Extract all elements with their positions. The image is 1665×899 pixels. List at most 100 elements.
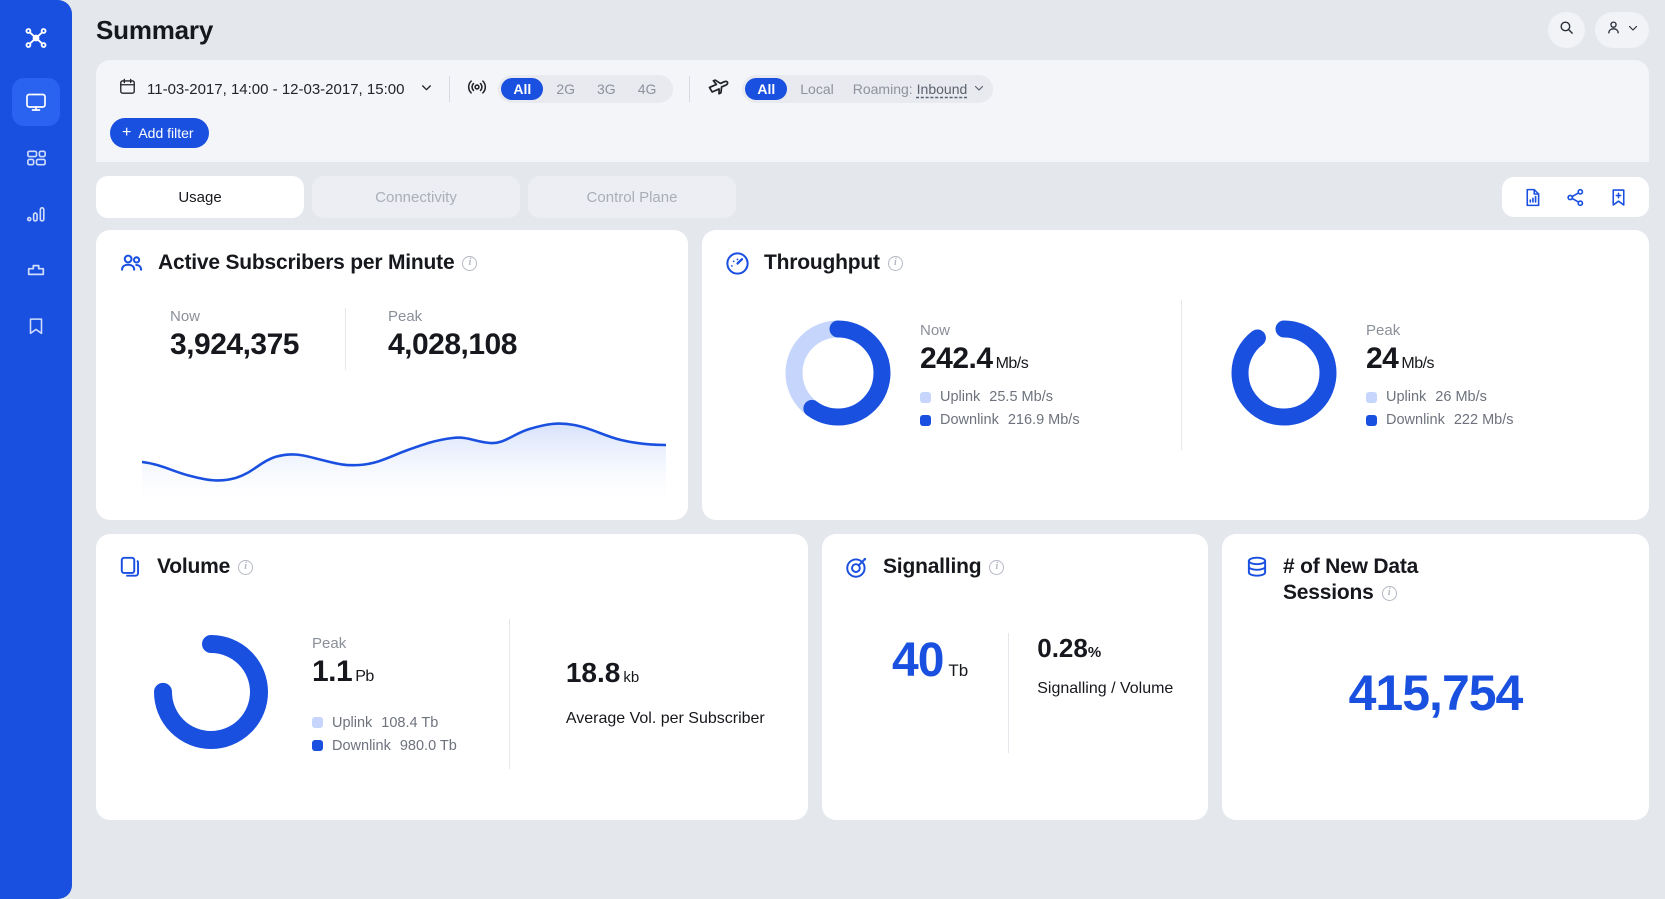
throughput-now-donut — [782, 317, 894, 537]
card-header: # of New Data Sessions i — [1244, 554, 1627, 606]
network-option-2g[interactable]: 2G — [547, 78, 584, 100]
card-title-wrap: Active Subscribers per Minute i — [158, 250, 478, 276]
tabs-row: Usage Connectivity Control Plane — [96, 162, 1649, 230]
card-toolbar — [1502, 177, 1649, 217]
legend: Uplink 26 Mb/s Downlink 222 Mb/s — [1366, 389, 1514, 428]
roaming-option-all[interactable]: All — [745, 78, 788, 100]
tab-connectivity[interactable]: Connectivity — [312, 176, 520, 218]
calendar-icon — [118, 77, 137, 101]
account-menu-button[interactable] — [1595, 12, 1649, 48]
legend-color-swatch — [1366, 414, 1377, 426]
sidebar-item-extensions[interactable] — [12, 246, 60, 294]
main-area: Summary 11-03-2017, 14:00 - 12-03-2017, … — [72, 0, 1665, 899]
dashboard-grid-icon — [25, 147, 48, 170]
signalling-value: 40 — [892, 634, 944, 687]
stat-label: Peak — [312, 634, 347, 652]
sidebar-item-bookmarks[interactable] — [12, 302, 60, 350]
signalling-ratio-value: 0.28 — [1037, 633, 1088, 663]
tab-usage[interactable]: Usage — [96, 176, 304, 218]
layers-icon — [118, 554, 144, 585]
bookmark-icon — [25, 315, 47, 337]
stat-value: 3,924,375 — [170, 328, 299, 361]
legend: Uplink 25.5 Mb/s Downlink 216.9 Mb/s — [920, 389, 1080, 428]
bookmark-add-icon[interactable] — [1608, 187, 1629, 208]
average-volume-caption: Average Vol. per Subscriber — [565, 710, 765, 727]
sidebar-item-analytics[interactable] — [12, 190, 60, 238]
chevron-down-icon[interactable] — [973, 82, 985, 97]
card-header: Signalling i — [844, 554, 1186, 585]
average-volume-unit: kb — [623, 669, 640, 686]
roaming-segmented: All Local Roaming: Inbound — [742, 75, 994, 103]
card-title: # of New Data Sessions — [1283, 555, 1419, 605]
info-icon[interactable]: i — [887, 255, 903, 271]
report-document-icon[interactable] — [1522, 187, 1543, 208]
info-icon[interactable]: i — [238, 559, 254, 575]
stat-value-wrap: 1.1 Pb — [312, 655, 457, 689]
filter-panel: 11-03-2017, 14:00 - 12-03-2017, 15:00 Al… — [96, 60, 1649, 162]
new-data-sessions-value: 415,754 — [1348, 665, 1524, 722]
throughput-now: Now 242.4 Mb/s Uplink 25.5 Mb/s Downlink… — [724, 317, 1181, 537]
legend-value: 216.9 Mb/s — [1007, 412, 1080, 428]
card-volume: Volume i Peak 1.1 Pb Uplink 108.4 Tb Dow… — [96, 534, 808, 820]
legend: Uplink 108.4 Tb Downlink 980.0 Tb — [312, 715, 457, 754]
card-title: Volume — [157, 555, 231, 578]
legend-value: 108.4 Tb — [381, 714, 439, 731]
filter-row: 11-03-2017, 14:00 - 12-03-2017, 15:00 Al… — [110, 70, 1635, 108]
user-icon — [1605, 19, 1622, 41]
card-throughput: Throughput i Now 242.4 Mb/s Uplink 25.5 … — [702, 230, 1649, 537]
sidebar-item-monitor[interactable] — [12, 78, 60, 126]
volume-donut — [150, 631, 272, 758]
dashboard-grid: Active Subscribers per Minute i Now 3,924… — [96, 230, 1649, 899]
stat-now: Now 3,924,375 — [118, 308, 345, 370]
date-range-value: 11-03-2017, 14:00 - 12-03-2017, 15:00 — [147, 80, 405, 98]
stat-value: 242.4 — [920, 342, 993, 375]
legend-color-swatch — [920, 391, 931, 403]
throughput-peak-donut — [1228, 317, 1340, 434]
signalling-total: 40 Tb — [892, 633, 1008, 688]
network-option-all[interactable]: All — [501, 78, 544, 100]
sidebar-item-dashboard[interactable] — [12, 134, 60, 182]
speedometer-icon — [724, 250, 751, 282]
date-range-filter[interactable]: 11-03-2017, 14:00 - 12-03-2017, 15:00 — [110, 77, 449, 101]
legend-color-swatch — [312, 717, 323, 728]
card-title-wrap: # of New Data Sessions i — [1283, 554, 1483, 606]
signalling-unit: Tb — [948, 661, 969, 680]
roaming-option-local[interactable]: Local — [791, 78, 842, 100]
signal-broadcast-icon — [466, 76, 488, 103]
search-icon — [1558, 19, 1575, 41]
stat-unit: Mb/s — [1401, 355, 1435, 372]
network-option-4g[interactable]: 4G — [629, 78, 666, 100]
info-icon[interactable]: i — [989, 559, 1005, 575]
sidebar — [0, 0, 72, 899]
stat-value-wrap: 24 Mb/s — [1366, 342, 1514, 376]
legend-item: Uplink 108.4 Tb — [312, 715, 457, 731]
legend-label: Downlink — [940, 412, 999, 428]
info-icon[interactable]: i — [1381, 585, 1397, 601]
legend-color-swatch — [920, 414, 931, 426]
network-type-segmented: All 2G 3G 4G — [498, 75, 674, 103]
throughput-now-stats: Now 242.4 Mb/s Uplink 25.5 Mb/s Downlink… — [920, 322, 1080, 428]
card-title: Active Subscribers per Minute — [158, 251, 455, 274]
signalling-ratio-caption: Signalling / Volume — [1037, 680, 1174, 697]
stat-label: Now — [920, 322, 951, 339]
stat-value: 4,028,108 — [387, 328, 517, 361]
share-icon[interactable] — [1565, 187, 1586, 208]
average-volume-value: 18.8 — [565, 657, 621, 688]
roaming-filter: All Local Roaming: Inbound — [690, 74, 1009, 105]
signalling-ratio: 0.28% Signalling / Volume — [1009, 633, 1173, 700]
network-option-3g[interactable]: 3G — [588, 78, 625, 100]
info-icon[interactable]: i — [462, 255, 478, 271]
app-root: Summary 11-03-2017, 14:00 - 12-03-2017, … — [0, 0, 1665, 899]
roaming-direction-value[interactable]: Inbound — [917, 81, 968, 97]
database-icon — [1244, 554, 1270, 585]
plus-icon: + — [122, 124, 132, 141]
add-filter-button[interactable]: + Add filter — [110, 118, 209, 148]
legend-item: Downlink 980.0 Tb — [312, 738, 457, 754]
brand-logo[interactable] — [12, 14, 60, 62]
legend-color-swatch — [312, 740, 323, 751]
search-button[interactable] — [1548, 12, 1585, 48]
tab-control-plane[interactable]: Control Plane — [528, 176, 736, 218]
card-title-wrap: Throughput i — [764, 250, 903, 276]
stat-peak: Peak 4,028,108 — [346, 308, 563, 370]
bar-chart-icon — [25, 203, 48, 226]
